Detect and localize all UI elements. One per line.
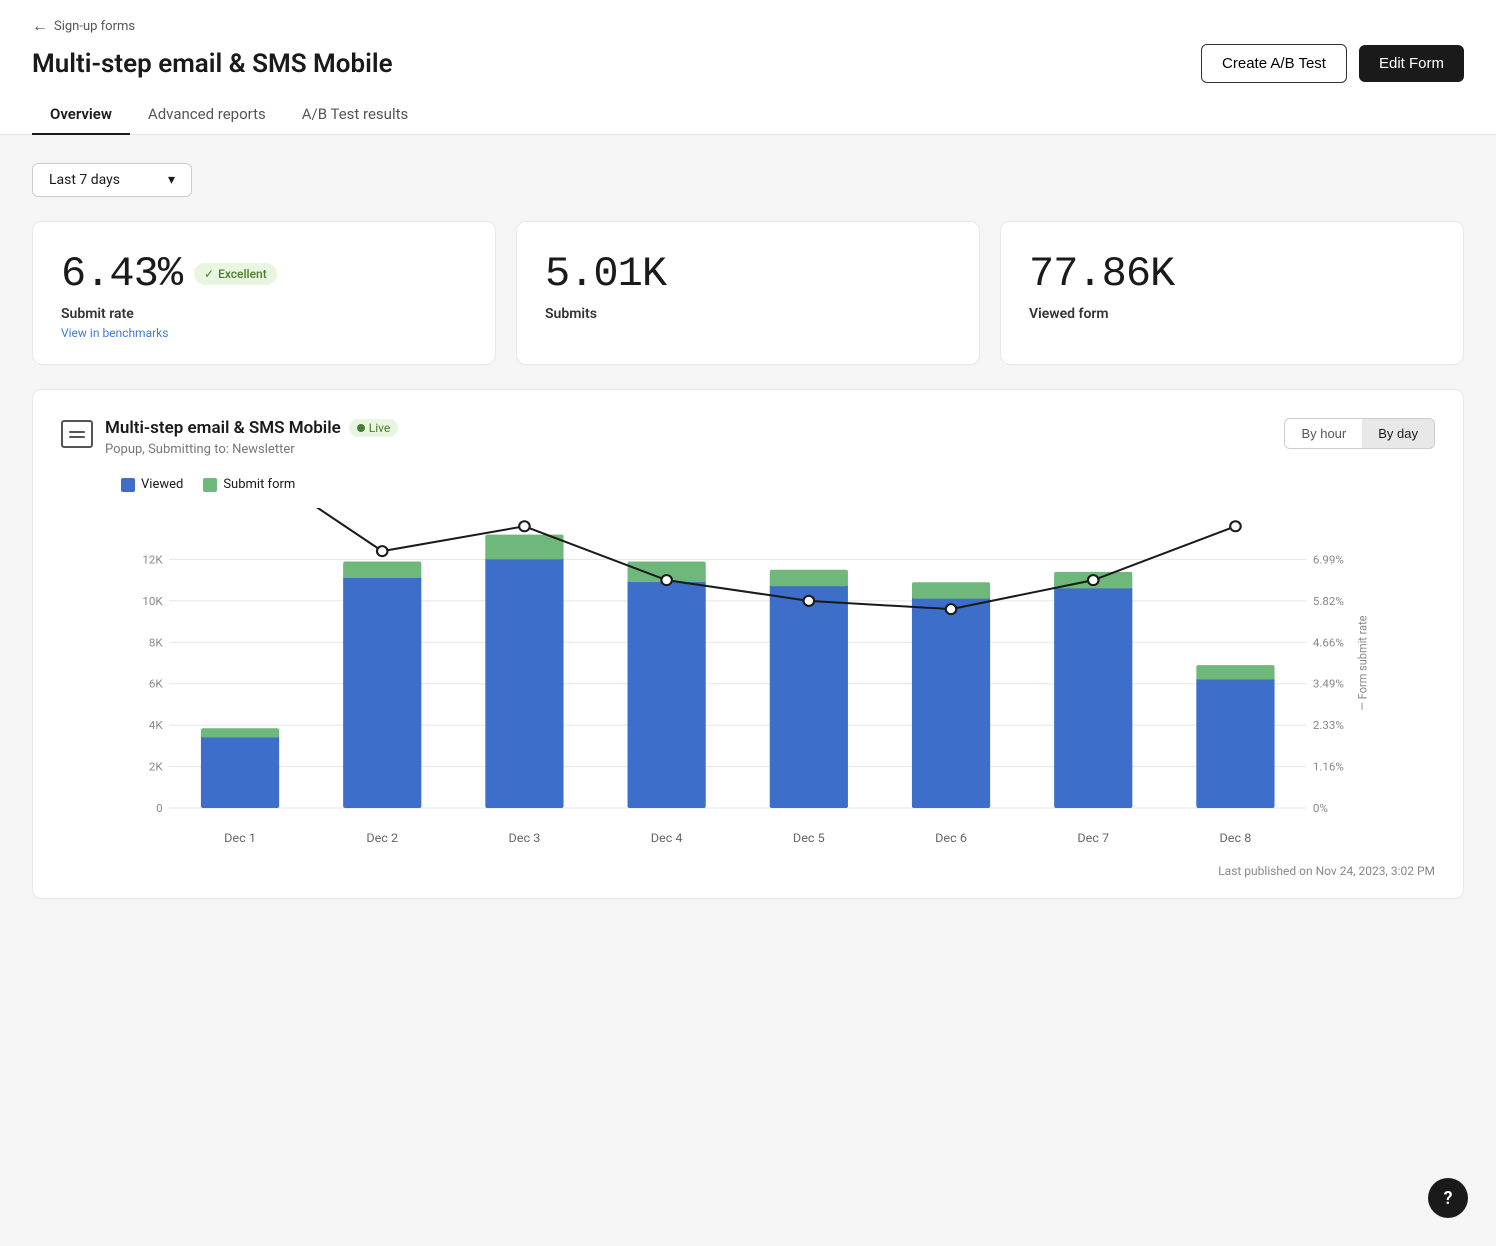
submit-rate-value: 6.43% (61, 250, 182, 298)
metric-card-submits: 5.01K Submits (516, 221, 980, 365)
by-hour-button[interactable]: By hour (1285, 419, 1362, 448)
live-dot-icon (357, 424, 365, 432)
svg-text:Dec 7: Dec 7 (1077, 832, 1109, 846)
live-label: Live (369, 421, 390, 435)
viewed-value: 77.86K (1029, 250, 1174, 298)
legend-viewed: Viewed (121, 477, 183, 492)
chart-footer: Last published on Nov 24, 2023, 3:02 PM (61, 864, 1435, 878)
legend-submit-color (203, 478, 217, 492)
back-arrow-icon: ← (32, 16, 48, 36)
period-label: Last 7 days (49, 172, 120, 188)
metric-card-viewed: 77.86K Viewed form (1000, 221, 1464, 365)
view-toggle: By hour By day (1284, 418, 1435, 449)
svg-text:Dec 2: Dec 2 (366, 832, 398, 846)
help-button[interactable]: ? (1428, 1178, 1468, 1218)
view-benchmarks-link[interactable]: View in benchmarks (61, 326, 467, 340)
legend-submit-form: Submit form (203, 477, 295, 492)
svg-text:3.49%: 3.49% (1313, 678, 1344, 691)
check-icon: ✓ (204, 267, 214, 281)
svg-text:Dec 5: Dec 5 (793, 832, 825, 846)
tab-bar: Overview Advanced reports A/B Test resul… (32, 95, 1464, 134)
svg-text:0: 0 (156, 802, 163, 815)
svg-text:4K: 4K (149, 719, 164, 732)
back-link[interactable]: ← Sign-up forms (32, 16, 1464, 36)
svg-text:2.33%: 2.33% (1313, 719, 1344, 732)
edit-form-button[interactable]: Edit Form (1359, 45, 1464, 82)
svg-text:1.16%: 1.16% (1313, 761, 1344, 774)
svg-text:Dec 8: Dec 8 (1220, 832, 1252, 846)
svg-text:2K: 2K (149, 761, 164, 774)
legend-viewed-label: Viewed (141, 477, 183, 492)
submit-rate-label: Submit rate (61, 306, 467, 322)
svg-text:4.66%: 4.66% (1313, 637, 1344, 650)
svg-text:Dec 4: Dec 4 (651, 832, 683, 846)
metric-card-submit-rate: 6.43% ✓ Excellent Submit rate View in be… (32, 221, 496, 365)
svg-text:Dec 3: Dec 3 (509, 832, 541, 846)
tab-overview[interactable]: Overview (32, 95, 130, 135)
chart-legend: Viewed Submit form (121, 477, 1435, 492)
chart-title-area: Multi-step email & SMS Mobile Live Popup… (61, 418, 398, 457)
svg-text:0%: 0% (1313, 802, 1328, 815)
badge-label: Excellent (218, 267, 267, 281)
svg-text:— Form submit rate: — Form submit rate (1356, 615, 1369, 710)
live-badge: Live (349, 419, 398, 437)
tab-advanced-reports[interactable]: Advanced reports (130, 95, 284, 135)
by-day-button[interactable]: By day (1362, 419, 1434, 448)
chart-card: Multi-step email & SMS Mobile Live Popup… (32, 389, 1464, 899)
svg-text:5.82%: 5.82% (1313, 595, 1344, 608)
legend-viewed-color (121, 478, 135, 492)
viewed-label: Viewed form (1029, 306, 1435, 322)
excellent-badge: ✓ Excellent (194, 263, 277, 285)
create-ab-test-button[interactable]: Create A/B Test (1201, 44, 1347, 83)
chart-title: Multi-step email & SMS Mobile (105, 418, 341, 438)
page-title: Multi-step email & SMS Mobile (32, 49, 393, 79)
svg-text:12K: 12K (142, 554, 163, 567)
period-dropdown[interactable]: Last 7 days ▾ (32, 163, 192, 197)
svg-text:6.99%: 6.99% (1313, 554, 1344, 567)
form-icon (61, 420, 93, 448)
metrics-row: 6.43% ✓ Excellent Submit rate View in be… (32, 221, 1464, 365)
title-buttons: Create A/B Test Edit Form (1201, 44, 1464, 83)
chart-subtitle: Popup, Submitting to: Newsletter (105, 442, 398, 457)
svg-text:8K: 8K (149, 637, 164, 650)
back-label: Sign-up forms (54, 19, 135, 34)
svg-text:6K: 6K (149, 678, 164, 691)
submits-label: Submits (545, 306, 951, 322)
svg-text:Dec 1: Dec 1 (224, 832, 256, 846)
legend-submit-label: Submit form (223, 477, 295, 492)
svg-text:Dec 6: Dec 6 (935, 832, 967, 846)
svg-text:10K: 10K (142, 595, 163, 608)
chevron-down-icon: ▾ (168, 172, 175, 188)
tab-ab-test-results[interactable]: A/B Test results (284, 95, 427, 135)
chart-area: 0 0% 2K 1.16% 4K 2.33% 6K 3.49% 8K 4.66% 10K 5.82% 1… (111, 508, 1375, 848)
submits-value: 5.01K (545, 250, 666, 298)
